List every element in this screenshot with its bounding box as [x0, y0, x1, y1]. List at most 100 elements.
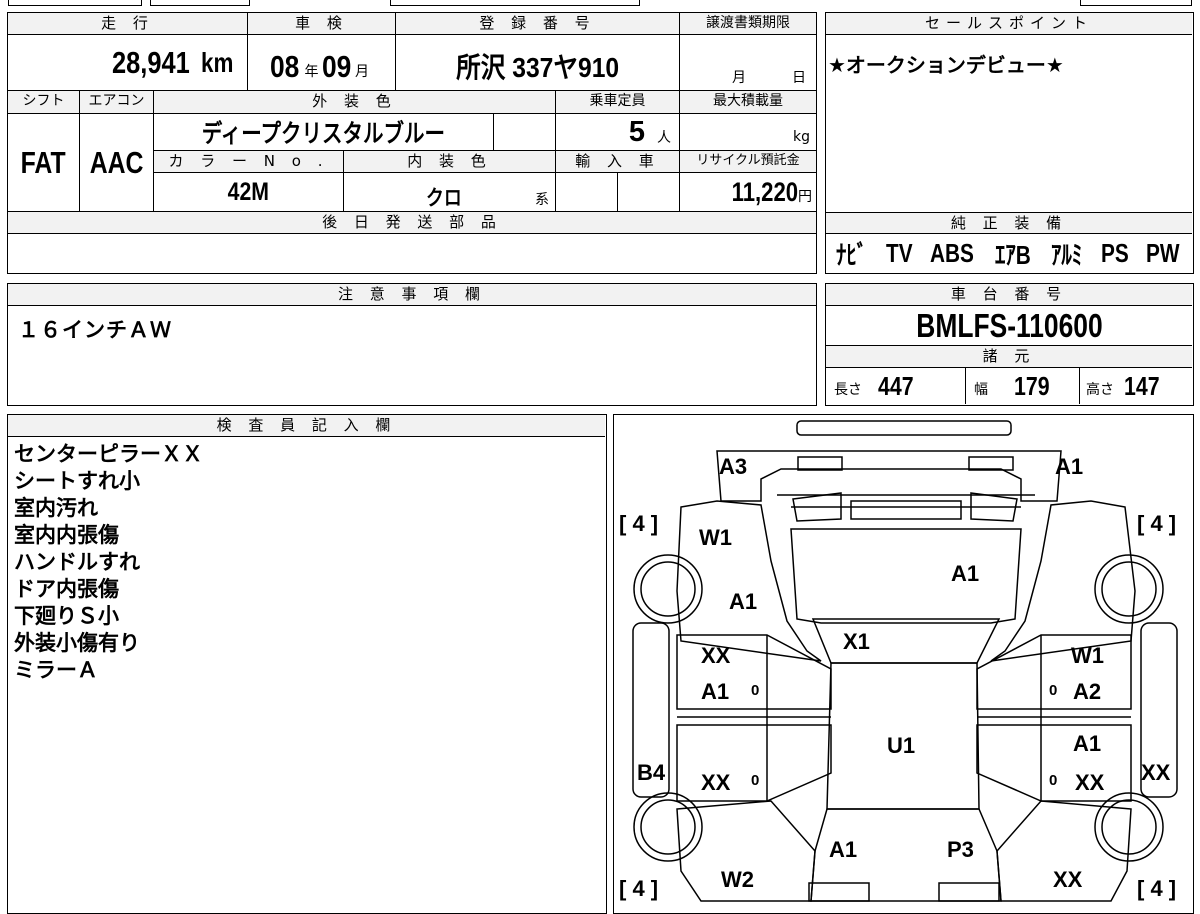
- capacity-value: 5: [628, 115, 645, 148]
- interior-color-cell: クロ 系: [344, 173, 556, 212]
- bumper-left-grade: A3: [719, 454, 747, 479]
- aircon-cell: AAC: [80, 114, 154, 212]
- interior-color-header: 内 装 色: [344, 151, 556, 173]
- bumper-right-grade: A1: [1055, 454, 1083, 479]
- interior-color-value: クロ: [426, 187, 462, 210]
- sill-right-grade: XX: [1141, 760, 1171, 785]
- exterior-color-header: 外 装 色: [154, 91, 556, 114]
- registration-header: 登 録 番 号: [396, 13, 680, 35]
- max-load-header: 最大積載量: [680, 91, 816, 114]
- aircon-value: AAC: [89, 144, 144, 180]
- equipment-item: ｴｱB: [995, 239, 1032, 270]
- inspector-notes-header: 検 査 員 記 入 欄: [8, 415, 605, 437]
- aircon-header: エアコン: [80, 91, 154, 114]
- inspection-year: 08: [270, 48, 300, 84]
- transfer-month-unit: 月: [732, 70, 746, 86]
- fender-left-grade-b: A1: [729, 589, 757, 614]
- registration-cell: 所沢 337ヤ910: [396, 35, 680, 91]
- rear-door-right-grade-b: XX: [1075, 770, 1105, 795]
- import-cell-b: [618, 173, 680, 212]
- sales-point-panel: セールスポイント ★オークションデビュー★ 純 正 装 備 ﾅﾋﾞ TV ABS…: [825, 12, 1194, 274]
- door-mark: 0: [1049, 772, 1057, 789]
- note-line: ミラーＡ: [14, 658, 98, 682]
- color-no-cell: 42M: [154, 173, 344, 212]
- import-cell-a: [556, 173, 618, 212]
- rear-door-left-grade: XX: [701, 770, 731, 795]
- mileage-unit: km: [200, 46, 233, 78]
- inspector-notes-panel: 検 査 員 記 入 欄 センターピラーＸＸ シートすれ小 室内汚れ 室内内張傷 …: [7, 414, 607, 914]
- recycle-fee-value: 11,220: [731, 176, 798, 207]
- equipment-item: PW: [1146, 237, 1180, 268]
- capacity-unit: 人: [657, 130, 671, 146]
- color-no-header: カ ラ ー N o .: [154, 151, 344, 173]
- shift-value: FAT: [21, 144, 66, 180]
- note-line: センターピラーＸＸ: [14, 442, 203, 466]
- equipment-item: ABS: [929, 237, 974, 268]
- import-header: 輸 入 車: [556, 151, 680, 173]
- transfer-deadline-header: 譲渡書類期限: [680, 13, 816, 35]
- recycle-fee-cell: 11,220 円: [680, 173, 816, 212]
- height-label: 高さ: [1086, 382, 1114, 398]
- trunk-right-grade: P3: [947, 837, 974, 862]
- specs-header: 諸 元: [826, 346, 1192, 368]
- width-value: 179: [1014, 370, 1050, 401]
- later-parts-cell: [8, 234, 816, 272]
- inspection-year-unit: 年: [304, 63, 319, 80]
- note-line: シートすれ小: [14, 469, 140, 493]
- chassis-header: 車 台 番 号: [826, 284, 1192, 306]
- equipment-item: PS: [1100, 237, 1129, 268]
- car-damage-diagram: [ 4 ] [ 4 ] [ 4 ] [ 4 ] A3 A1 W1 A1 A1 X…: [619, 420, 1178, 902]
- height-value: 147: [1124, 370, 1160, 401]
- door-mark: 0: [1049, 682, 1057, 699]
- chassis-panel: 車 台 番 号 BMLFS-110600 諸 元 長さ 447 幅 179 高さ…: [825, 283, 1194, 406]
- front-door-right-grade-b: A2: [1073, 679, 1101, 704]
- inspection-cell: 08 年 09 月: [248, 35, 396, 91]
- front-door-right-grade-a: W1: [1071, 643, 1104, 668]
- front-door-left-grade-b: A1: [701, 679, 729, 704]
- width-label: 幅: [974, 382, 988, 398]
- trunk-left-grade: A1: [829, 837, 857, 862]
- caution-header: 注 意 事 項 欄: [8, 284, 816, 306]
- transfer-day-unit: 日: [792, 70, 806, 86]
- note-line: ドア内張傷: [14, 577, 119, 601]
- top-strip: [0, 0, 1200, 10]
- inspection-month-unit: 月: [354, 63, 369, 80]
- vehicle-info-table: 走 行 車 検 登 録 番 号 譲渡書類期限 28,941 km 08 年 09…: [7, 12, 817, 274]
- inspection-header: 車 検: [248, 13, 396, 35]
- note-line: 下廻りＳ小: [14, 604, 119, 628]
- length-cell: 長さ 447: [826, 368, 966, 404]
- registration-number: 所沢 337ヤ910: [456, 51, 619, 83]
- caution-text: １６インチＡＷ: [18, 318, 172, 342]
- tire-fr-label: [ 4 ]: [1137, 511, 1176, 536]
- exterior-color-value: ディープクリスタルブルー: [201, 120, 446, 148]
- sales-point-text: ★オークションデビュー★: [828, 53, 1064, 77]
- fender-left-grade-a: W1: [699, 525, 732, 550]
- chassis-cell: BMLFS-110600: [826, 306, 1192, 346]
- exterior-color-cell: ディープクリスタルブルー: [154, 114, 494, 151]
- genuine-equipment-header: 純 正 装 備: [826, 212, 1192, 234]
- mileage-cell: 28,941 km: [8, 35, 248, 91]
- front-door-left-grade-a: XX: [701, 643, 731, 668]
- roof-grade: U1: [887, 733, 915, 758]
- door-mark: 0: [751, 772, 759, 789]
- tire-rl-label: [ 4 ]: [619, 876, 658, 901]
- shift-header: シフト: [8, 91, 80, 114]
- note-line: ハンドルすれ: [14, 550, 140, 574]
- transfer-deadline-cell: 月 日: [680, 35, 816, 91]
- sales-point-header: セールスポイント: [826, 13, 1192, 35]
- recycle-fee-header: リサイクル預託金: [680, 151, 816, 173]
- door-mark: 0: [751, 682, 759, 699]
- tire-fl-label: [ 4 ]: [619, 511, 658, 536]
- note-line: 室内内張傷: [14, 523, 119, 547]
- width-cell: 幅 179: [966, 368, 1080, 404]
- inspection-month: 09: [322, 48, 352, 84]
- equipment-item: ﾅﾋﾞ: [836, 239, 868, 270]
- note-line: 室内汚れ: [14, 496, 98, 520]
- rear-fender-left-grade: W2: [721, 867, 754, 892]
- hood-grade: A1: [951, 561, 979, 586]
- equipment-item: TV: [885, 237, 913, 268]
- rear-fender-right-grade: XX: [1053, 867, 1083, 892]
- shift-cell: FAT: [8, 114, 80, 212]
- max-load-cell: kg: [680, 114, 816, 151]
- color-no-value: 42M: [227, 177, 270, 206]
